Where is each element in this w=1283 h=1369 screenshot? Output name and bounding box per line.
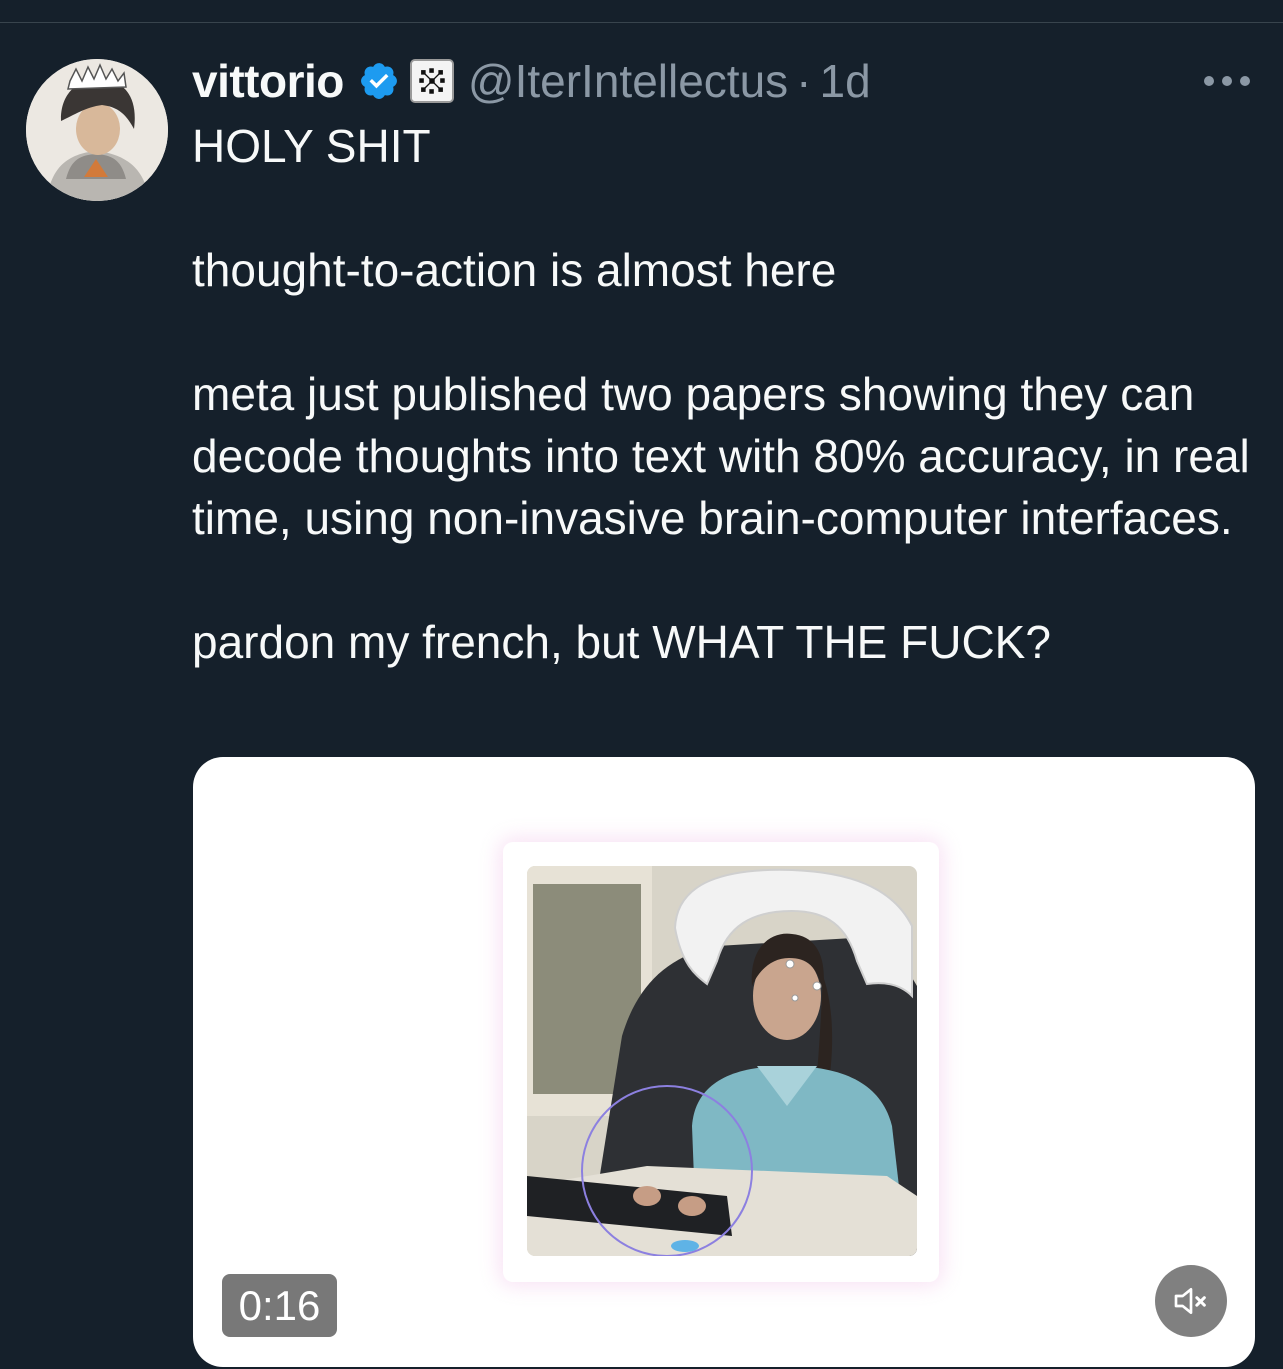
tweet-header: vittorio @IterIntellectus · 1d — [192, 51, 871, 111]
separator-dot: · — [796, 55, 812, 107]
more-dot — [1222, 76, 1232, 86]
more-dot — [1240, 76, 1250, 86]
more-dot — [1204, 76, 1214, 86]
video-duration: 0:16 — [222, 1274, 337, 1337]
video-frame — [503, 842, 939, 1282]
video-player[interactable]: 0:16 — [193, 757, 1255, 1367]
speaker-muted-icon[interactable] — [1155, 1265, 1227, 1337]
more-options-icon[interactable] — [1200, 67, 1254, 95]
video-thumbnail — [527, 866, 917, 1256]
author-name[interactable]: vittorio — [192, 54, 344, 108]
tweet[interactable]: vittorio @IterIntellectus · 1d HOLY SHIT… — [0, 23, 1283, 1369]
avatar[interactable] — [26, 59, 168, 201]
timestamp[interactable]: 1d — [820, 54, 871, 108]
tweet-text: HOLY SHIT thought-to-action is almost he… — [192, 120, 1250, 668]
speaker-muted-glyph — [1174, 1288, 1206, 1314]
affiliation-badge-icon[interactable] — [409, 59, 454, 103]
verified-badge-icon — [360, 63, 397, 99]
author-handle[interactable]: @IterIntellectus — [468, 54, 788, 108]
